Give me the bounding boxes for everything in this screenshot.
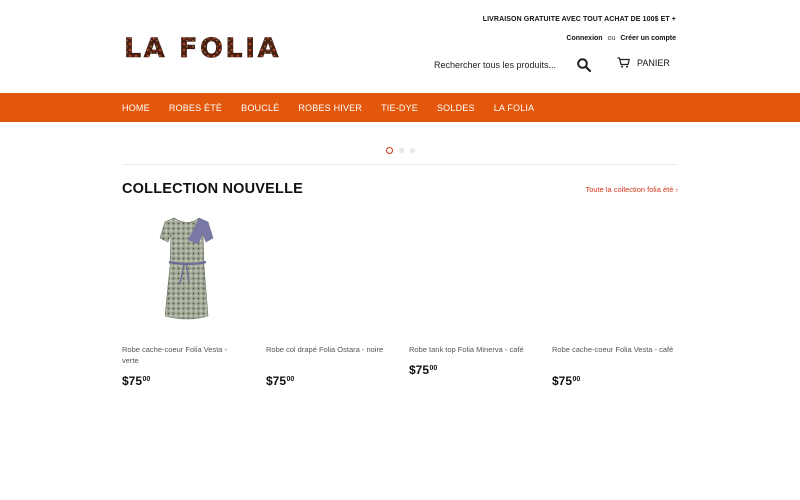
- cart-link[interactable]: PANIER: [617, 57, 670, 68]
- login-link[interactable]: Connexion: [566, 35, 602, 42]
- announcement-bar: LIVRAISON GRATUITE AVEC TOUT ACHAT DE 10…: [482, 16, 676, 23]
- collection-title: COLLECTION NOUVELLE: [122, 181, 304, 197]
- product-name[interactable]: Robe cache-coeur Folia Vesta - verte: [122, 344, 244, 366]
- nav-item-boucle[interactable]: BOUCLÉ: [241, 103, 279, 113]
- search-form: [434, 56, 594, 74]
- site-header: LA FOLIA LIVRAISON GRATUITE AVEC TOUT AC…: [0, 0, 800, 93]
- product-price: $7500: [122, 374, 151, 388]
- nav-item-soldes[interactable]: SOLDES: [437, 103, 475, 113]
- product-image[interactable]: [552, 212, 678, 330]
- product-name[interactable]: Robe tank top Folia Minerva - café: [409, 344, 531, 355]
- nav-item-home[interactable]: HOME: [122, 103, 150, 113]
- product-name[interactable]: Robe col drapé Folia Ostara - noire: [266, 344, 388, 355]
- nav-item-robes-hiver[interactable]: ROBES HIVER: [298, 103, 362, 113]
- slider-dot-2[interactable]: [399, 148, 404, 153]
- product-image[interactable]: [122, 212, 248, 330]
- product-card[interactable]: Robe cache-coeur Folia Vesta - café $750…: [552, 212, 678, 388]
- cart-label: PANIER: [637, 57, 670, 68]
- nav-item-robes-ete[interactable]: ROBES ÉTÉ: [169, 103, 222, 113]
- slider-dot-1[interactable]: [386, 147, 393, 154]
- slider-dot-3[interactable]: [410, 148, 415, 153]
- nav-item-la-folia[interactable]: LA FOLIA: [494, 103, 535, 113]
- main-nav: HOME ROBES ÉTÉ BOUCLÉ ROBES HIVER TIE-DY…: [0, 93, 800, 122]
- product-image[interactable]: [266, 212, 392, 330]
- product-price: $7500: [409, 363, 438, 377]
- product-image[interactable]: [409, 212, 535, 330]
- store-logo[interactable]: LA FOLIA: [122, 30, 292, 64]
- search-icon[interactable]: [576, 57, 592, 73]
- svg-text:LA FOLIA: LA FOLIA: [124, 33, 281, 64]
- product-card[interactable]: Robe cache-coeur Folia Vesta - verte $75…: [122, 212, 248, 388]
- cart-icon: [617, 57, 630, 68]
- search-input[interactable]: [434, 56, 572, 74]
- product-price: $7500: [552, 374, 581, 388]
- product-card[interactable]: Robe col drapé Folia Ostara - noire $750…: [266, 212, 392, 388]
- product-name[interactable]: Robe cache-coeur Folia Vesta - café: [552, 344, 674, 355]
- register-link[interactable]: Créer un compte: [620, 35, 676, 42]
- product-card[interactable]: Robe tank top Folia Minerva - café $7500: [409, 212, 535, 377]
- account-links: Connexion ou Créer un compte: [566, 35, 676, 42]
- product-price: $7500: [266, 374, 295, 388]
- nav-item-tie-dye[interactable]: TIE-DYE: [381, 103, 418, 113]
- section-divider: [122, 164, 678, 165]
- view-all-link[interactable]: Toute la collection folia été ›: [585, 185, 678, 194]
- slider-dots: [386, 147, 415, 154]
- or-text: ou: [607, 35, 616, 42]
